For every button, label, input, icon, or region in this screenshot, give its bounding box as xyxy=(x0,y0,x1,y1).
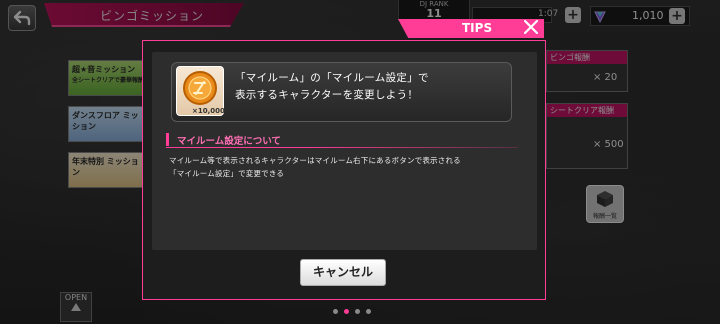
tip-message-line-2: 表示するキャラクターを変更しよう！ xyxy=(235,89,419,101)
item-count: ×10,000 xyxy=(192,107,225,115)
page-dot-3[interactable] xyxy=(355,309,360,314)
page-dot-2-active[interactable] xyxy=(344,309,349,314)
page-dot-1[interactable] xyxy=(333,309,338,314)
tip-message-line-1: 「マイルーム」の「マイルーム設定」で xyxy=(235,72,429,84)
section-divider xyxy=(166,147,518,148)
page-dot-4[interactable] xyxy=(366,309,371,314)
tip-body-line-1: マイルーム等で表示されるキャラクターはマイルーム右下にあるボタンで表示される xyxy=(169,156,461,165)
coin-icon xyxy=(183,71,217,105)
section-accent xyxy=(166,133,169,146)
tips-label: TIPS xyxy=(462,21,493,35)
tip-body-line-2: 「マイルーム設定」で変更できる xyxy=(169,169,285,178)
close-icon[interactable] xyxy=(521,17,541,37)
section-title: マイルーム設定について xyxy=(177,136,281,147)
cancel-button[interactable]: キャンセル xyxy=(300,259,386,286)
